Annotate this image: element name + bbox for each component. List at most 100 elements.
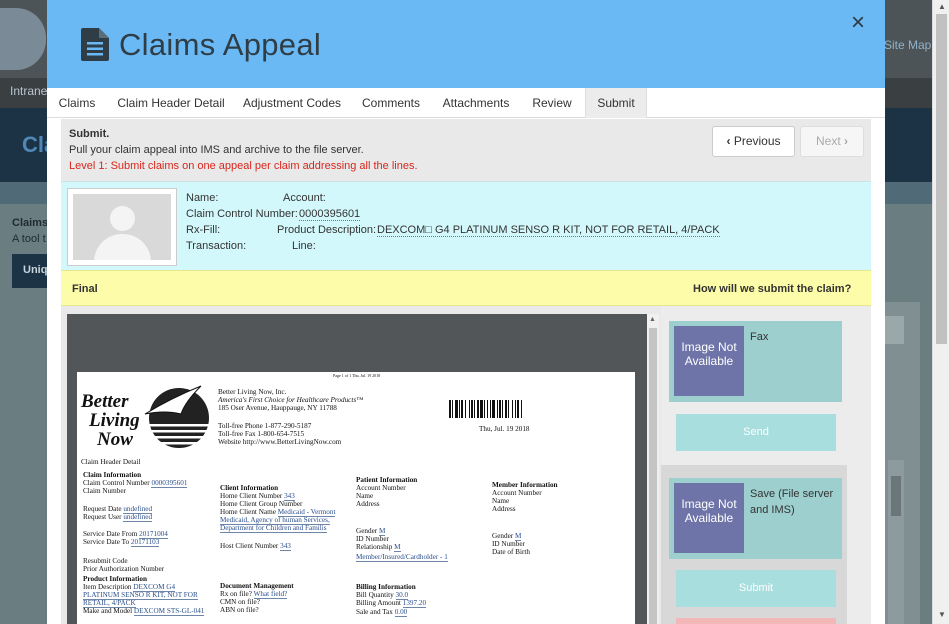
submit-title: Submit. (69, 128, 110, 140)
send-button[interactable]: Send (676, 414, 836, 451)
bg-right-panel-tab (884, 316, 904, 344)
submit-instructions: Submit. Pull your claim appeal into IMS … (61, 119, 871, 181)
doc-page-header: Page 1 of 1 Thu, Jul. 19 2018 (333, 373, 381, 378)
preview-scroll-up-icon[interactable]: ▲ (649, 316, 656, 323)
product-description-value: DEXCOM□ G4 PLATINUM SENSO R KIT, NOT FOR… (377, 224, 720, 237)
fax-image-placeholder: Image Not Available (674, 326, 744, 396)
level-note: Level 1: Submit claims on one appeal per… (69, 160, 418, 172)
doc-member-account-number: Account Number (492, 489, 542, 497)
bg-intranet-link[interactable]: Intranet (10, 84, 51, 98)
final-strip: Final How will we submit the claim? (61, 270, 871, 306)
submit-button[interactable]: Submit (676, 570, 836, 607)
rxfill-label: Rx-Fill: (186, 224, 221, 236)
tab-bar: Claims Claim Header Detail Adjustment Co… (47, 88, 885, 118)
doc-document-management-heading: Document Management (220, 582, 294, 590)
doc-rx-on-file-row: Rx on file? What field? (220, 590, 288, 599)
document-preview[interactable]: Page 1 of 1 Thu, Jul. 19 2018 Better Liv… (67, 314, 647, 624)
doc-patient-gender-row: Gender M (356, 527, 386, 536)
doc-billing-amount-row: Billing Amount 1397.20 (356, 599, 427, 608)
doc-phone: Toll-free Phone 1-877-290-5187 (218, 422, 312, 430)
tab-review[interactable]: Review (527, 88, 577, 118)
save-option-label: Save (File server and IMS) (750, 488, 834, 516)
doc-home-client-name-line3: Department for Children and Familis (220, 524, 327, 533)
next-button[interactable]: Next › (800, 126, 864, 157)
better-living-now-logo: Better Living Now (81, 391, 140, 450)
doc-member-id-number: ID Number (492, 540, 525, 548)
save-option-card: Image Not Available Save (File server an… (669, 478, 842, 559)
doc-host-client-number-row: Host Client Number 343 (220, 542, 291, 551)
barcode-icon (449, 400, 522, 418)
tab-adjustment-codes[interactable]: Adjustment Codes (237, 88, 347, 118)
doc-resubmit: Resubmit Code (83, 557, 128, 565)
tab-claims[interactable]: Claims (47, 88, 107, 118)
claim-info-strip: Name: Account: Claim Control Number: 000… (61, 181, 871, 270)
product-description-label: Product Description: (277, 224, 377, 236)
avatar (67, 188, 177, 266)
preview-scrollbar[interactable]: ▲ (647, 314, 659, 624)
bg-site-map-link[interactable]: Site Map (884, 38, 931, 52)
doc-date: Thu, Jul. 19 2018 (479, 425, 530, 433)
submit-content: Submit. Pull your claim appeal into IMS … (61, 119, 871, 624)
chevron-left-icon: ‹ (726, 134, 731, 148)
doc-cmn-on-file: CMN on file? (220, 598, 260, 606)
modal-title: Claims Appeal (119, 27, 322, 62)
doc-website: Website http://www.BetterLivingNow.com (218, 438, 342, 446)
tab-attachments[interactable]: Attachments (436, 88, 516, 118)
doc-product-info-heading: Product Information (83, 575, 147, 583)
doc-address: 185 Oser Avenue, Hauppauge, NY 11788 (218, 404, 337, 412)
doc-item-desc-line2: PLATINUM SENSO R KIT, NOT FOR (83, 591, 198, 600)
page-scrollbar-thumb[interactable] (936, 14, 947, 344)
tab-submit[interactable]: Submit (585, 88, 647, 118)
fax-option-label: Fax (750, 331, 769, 343)
page-scrollbar[interactable]: ▲ ▼ (932, 0, 949, 624)
doc-relationship-line2: Member/Insured/Cardholder - 1 (356, 553, 448, 562)
scroll-down-arrow-icon[interactable]: ▼ (938, 610, 946, 619)
doc-request-user-row: Request User undefined (83, 513, 153, 522)
doc-tagline: America's First Choice for Healthcare Pr… (218, 396, 364, 404)
account-label: Account: (283, 192, 326, 204)
tab-claim-header-detail[interactable]: Claim Header Detail (115, 88, 227, 118)
claim-document-page: Page 1 of 1 Thu, Jul. 19 2018 Better Liv… (77, 372, 635, 624)
how-submit-question: How will we submit the claim? (693, 283, 852, 295)
cancel-button[interactable] (676, 618, 836, 624)
doc-item-desc-line3: RETAIL, 4/PACK (83, 599, 136, 608)
avatar-placeholder-icon (73, 194, 171, 260)
doc-company: Better Living Now, Inc. (218, 388, 287, 396)
previous-button[interactable]: ‹ Previous (712, 126, 795, 157)
doc-abn-on-file: ABN on file? (220, 606, 259, 614)
tab-comments[interactable]: Comments (356, 88, 426, 118)
doc-home-client-number-row: Home Client Number 343 (220, 492, 295, 501)
scroll-up-arrow-icon[interactable]: ▲ (938, 2, 946, 11)
save-option-box: Image Not Available Save (File server an… (661, 465, 847, 624)
document-icon (81, 28, 109, 61)
doc-patient-name: Name (356, 492, 374, 500)
doc-sale-tax-row: Sale and Tax 0.00 (356, 608, 408, 617)
bg-inner-scrollbar-thumb[interactable] (891, 476, 901, 516)
transaction-label: Transaction: (186, 240, 247, 252)
save-image-placeholder: Image Not Available (674, 483, 744, 553)
submission-options: Image Not Available Fax Send Image Not A… (661, 306, 871, 624)
bird-logo-icon (144, 385, 209, 448)
doc-member-name: Name (492, 497, 510, 505)
previous-label: Previous (733, 134, 781, 148)
ccn-value: 0000395601 (299, 208, 361, 221)
doc-home-client-name-line2: Medicaid, Agency of human Services, (220, 516, 330, 525)
doc-claim-info-heading: Claim Information (83, 471, 142, 479)
doc-client-info-heading: Client Information (220, 484, 279, 492)
doc-patient-account-number: Account Number (356, 484, 406, 492)
close-button[interactable]: × (851, 10, 865, 36)
doc-request-date-row: Request Date undefined (83, 505, 153, 514)
preview-scrollbar-thumb[interactable] (649, 328, 657, 624)
modal-header: Claims Appeal × (47, 0, 885, 88)
doc-relationship-row: Relationship M (356, 543, 401, 552)
doc-home-client-group: Home Client Group Number (220, 500, 303, 508)
doc-bill-quantity-row: Bill Quantity 30.0 (356, 591, 409, 600)
bg-claims-subtitle: A tool t (12, 233, 46, 245)
bg-uniq-button[interactable]: Uniq (12, 254, 52, 288)
doc-member-address: Address (492, 505, 516, 513)
line-label: Line: (292, 240, 316, 252)
name-label: Name: (186, 192, 219, 204)
doc-make-model-row: Make and Model DEXCOM STS-GL-041 (83, 607, 205, 616)
submit-description: Pull your claim appeal into IMS and arch… (69, 144, 364, 156)
next-label: Next (815, 134, 841, 148)
